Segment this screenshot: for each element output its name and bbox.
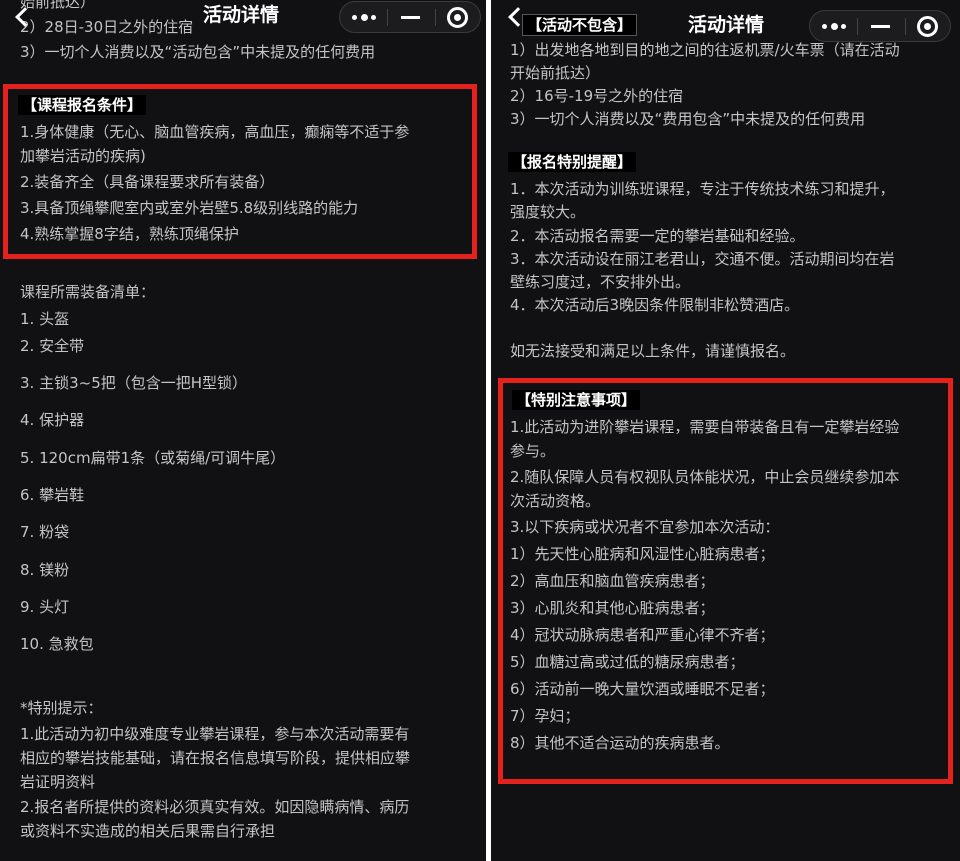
text-line: 1）出发地各地到目的地之间的往返机票/火车票（请在活动 <box>510 41 900 59</box>
equipment-title: 课程所需装备清单： <box>20 283 156 301</box>
list-item: 4.熟练掌握8字结，熟练顶绳保护 <box>20 225 239 243</box>
list-item: 3）心肌炎和其他心脏病患者； <box>510 599 715 617</box>
list-item: 5. 120cm扁带1条（或菊绳/可调牛尾） <box>20 449 286 467</box>
text-line: 开始前抵达） <box>510 64 601 82</box>
text-line: 2.报名者所提供的资料必须真实有效。如因隐瞒病情、病历 <box>20 798 410 816</box>
list-item: 5）血糖过高或过低的糖尿病患者； <box>510 653 745 671</box>
list-item: 8）其他不适合运动的疾病患者。 <box>510 734 730 752</box>
text-line: 2）28日-30日之外的住宿 <box>20 18 194 36</box>
list-item: 9. 头灯 <box>20 598 70 616</box>
list-item: 3.以下疾病或状况者不宜参加本次活动： <box>510 518 780 536</box>
list-item: 8. 镁粉 <box>20 561 70 579</box>
more-dots-icon <box>822 23 846 30</box>
list-item: 4）冠状动脉病患者和严重心律不齐者； <box>510 626 775 644</box>
list-item: 4. 保护器 <box>20 411 85 429</box>
list-item: 2）高血压和脑血管疾病患者； <box>510 572 715 590</box>
list-item: 4．本次活动后3晚因条件限制非松赞酒店。 <box>510 296 800 314</box>
list-item: 3. 主锁3~5把（包含一把H型锁） <box>20 374 248 392</box>
more-button[interactable] <box>340 2 386 32</box>
list-item: 1）先天性心脏病和风湿性心脏病患者； <box>510 545 775 563</box>
minus-icon <box>871 25 890 28</box>
text-line: 岩证明资料 <box>20 773 96 791</box>
list-item: 2. 安全带 <box>20 337 85 355</box>
left-screen: 始前抵达） 2）28日-30日之外的住宿 3）一切个人消费以及“活动包含”中未提… <box>0 0 486 861</box>
text-line: 1.此活动为初中级难度专业攀岩课程，参与本次活动需要有 <box>20 725 410 743</box>
list-item: 2.装备齐全（具备课程要求所有装备） <box>20 173 275 191</box>
list-item: 10. 急救包 <box>20 635 94 653</box>
more-button[interactable] <box>810 11 856 41</box>
minimize-button[interactable] <box>388 2 434 32</box>
list-item: 参与。 <box>510 442 556 460</box>
text-line: 3）一切个人消费以及“活动包含”中未提及的任何费用 <box>20 43 376 61</box>
list-item: 1．本次活动为训练班课程，专注于传统技术练习和提升， <box>510 180 895 198</box>
right-screen: 【活动不包含】 活动详情 1）出发地各地到目的地之间的往返机票/火车票（请在活动… <box>491 0 960 861</box>
more-dots-icon <box>352 14 376 21</box>
list-item: 次活动资格。 <box>510 492 601 510</box>
text-line: 或资料不实造成的相关后果需自行承担 <box>20 822 276 840</box>
minimize-button[interactable] <box>858 11 904 41</box>
list-item: 强度较大。 <box>510 203 586 221</box>
text-line: 3）一切个人消费以及“费用包含”中未提及的任何费用 <box>510 110 866 128</box>
text-line: 2）16号-19号之外的住宿 <box>510 87 684 105</box>
mini-program-capsule <box>339 1 481 33</box>
page-title: 活动详情 <box>203 4 280 26</box>
list-item: 7）孕妇； <box>510 707 580 725</box>
list-item: 6. 攀岩鞋 <box>20 486 85 504</box>
back-button[interactable] <box>12 6 34 30</box>
page-title: 活动详情 <box>688 14 765 36</box>
text-line: 相应的攀岩技能基础，请在报名信息填写阶段，提供相应攀 <box>20 749 411 767</box>
list-item: 6）活动前一晚大量饮酒或睡眠不足者； <box>510 680 775 698</box>
target-circle-icon <box>447 7 468 28</box>
close-button[interactable] <box>436 2 482 32</box>
list-item: 壁练习度过，不安排外出。 <box>510 273 691 291</box>
section-heading: 【课程报名条件】 <box>18 95 147 115</box>
list-item: 1. 头盔 <box>20 310 70 328</box>
close-button[interactable] <box>906 11 952 41</box>
list-item: 2.随队保障人员有权视队员体能状况，中止会员继续参加本 <box>510 468 900 486</box>
section-heading: 【特别注意事项】 <box>512 390 641 410</box>
list-item: 加攀岩活动的疾病) <box>20 147 146 165</box>
mini-program-capsule <box>809 10 951 42</box>
tips-title: *特别提示： <box>20 699 103 717</box>
notice-text: 如无法接受和满足以上条件，请谨慎报名。 <box>510 342 796 360</box>
minus-icon <box>401 16 420 19</box>
target-circle-icon <box>917 16 938 37</box>
excluded-tag: 【活动不包含】 <box>522 14 638 36</box>
list-item: 1.身体健康（无心、脑血管疾病，高血压，癫痫等不适于参 <box>20 123 410 141</box>
list-item: 3.具备顶绳攀爬室内或室外岩壁5.8级别线路的能力 <box>20 199 359 217</box>
list-item: 3．本次活动设在丽江老君山，交通不便。活动期间均在岩 <box>510 250 895 268</box>
list-item: 7. 粉袋 <box>20 523 70 541</box>
section-heading: 【报名特别提醒】 <box>508 152 637 172</box>
list-item: 1.此活动为进阶攀岩课程，需要自带装备且有一定攀岩经验 <box>510 418 900 436</box>
list-item: 2．本活动报名需要一定的攀岩基础和经验。 <box>510 227 805 245</box>
